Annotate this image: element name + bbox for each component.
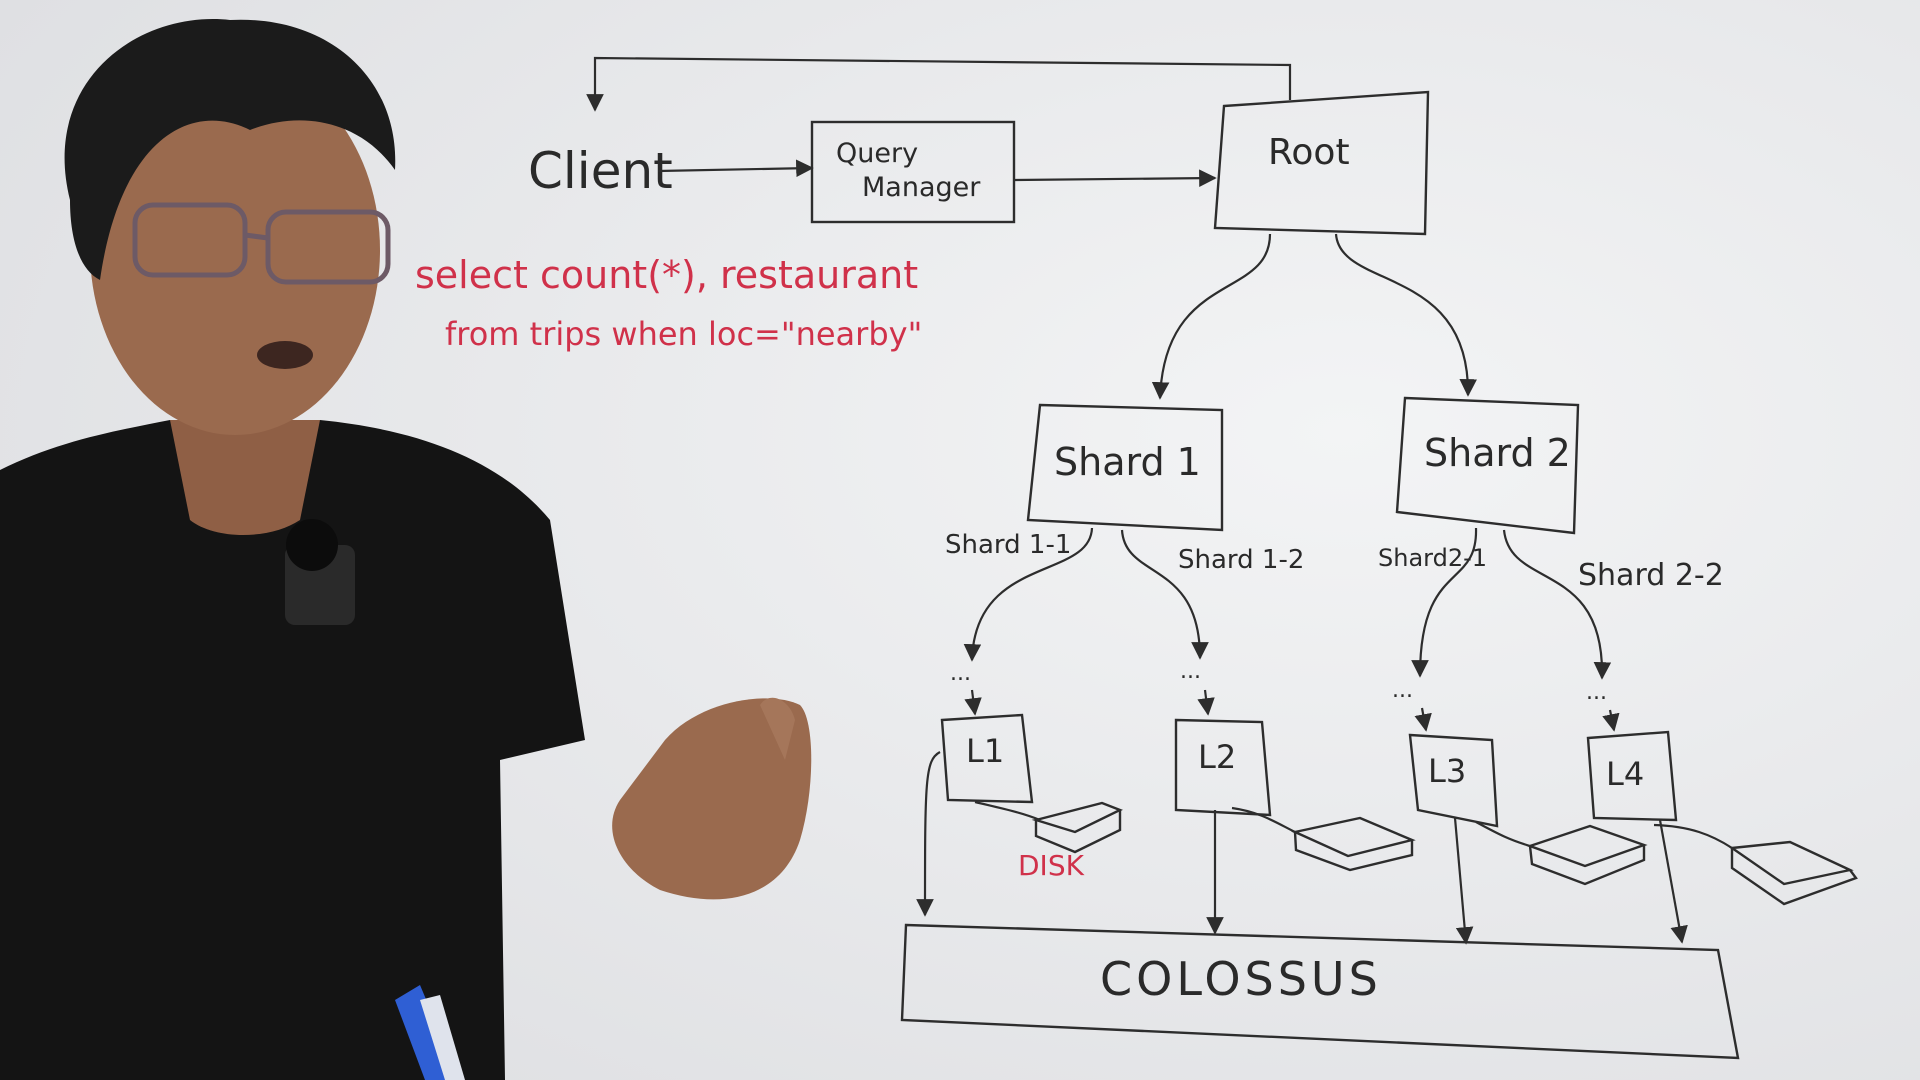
shard1-label: Shard 1: [1054, 440, 1201, 484]
sub-shard-label-2-1: Shard2-1: [1378, 544, 1487, 572]
presenter-neck: [170, 420, 320, 535]
ellipsis-2: ...: [1180, 659, 1201, 684]
query-text-line-1: select count(*), restaurant: [415, 253, 918, 297]
ellipsis-3: ...: [1392, 678, 1413, 703]
query-text-line-2: from trips when loc="nearby": [445, 315, 922, 353]
leaf-l1-label: L1: [966, 732, 1004, 770]
root-label: Root: [1268, 132, 1350, 173]
shard2-label: Shard 2: [1424, 431, 1571, 475]
leaf-l2-label: L2: [1198, 738, 1236, 776]
ellipsis-4: ...: [1586, 680, 1607, 705]
query-manager-label-2: Manager: [862, 172, 981, 203]
leaf-l3-label: L3: [1428, 752, 1466, 790]
client-label: Client: [528, 142, 673, 200]
leaf-l4-label: L4: [1606, 755, 1644, 793]
disk-label: DISK: [1018, 849, 1085, 882]
sub-shard-label-2-2: Shard 2-2: [1578, 558, 1724, 593]
query-manager-label-1: Query: [836, 138, 918, 169]
presenter-mouth: [257, 341, 313, 369]
colossus-label: COLOSSUS: [1100, 952, 1382, 1006]
sub-shard-label-1-2: Shard 1-2: [1178, 545, 1304, 575]
whiteboard-scene: Client Query Manager Root select count(*…: [0, 0, 1920, 1080]
ellipsis-1: ...: [950, 661, 971, 686]
sub-shard-label-1-1: Shard 1-1: [945, 530, 1071, 560]
